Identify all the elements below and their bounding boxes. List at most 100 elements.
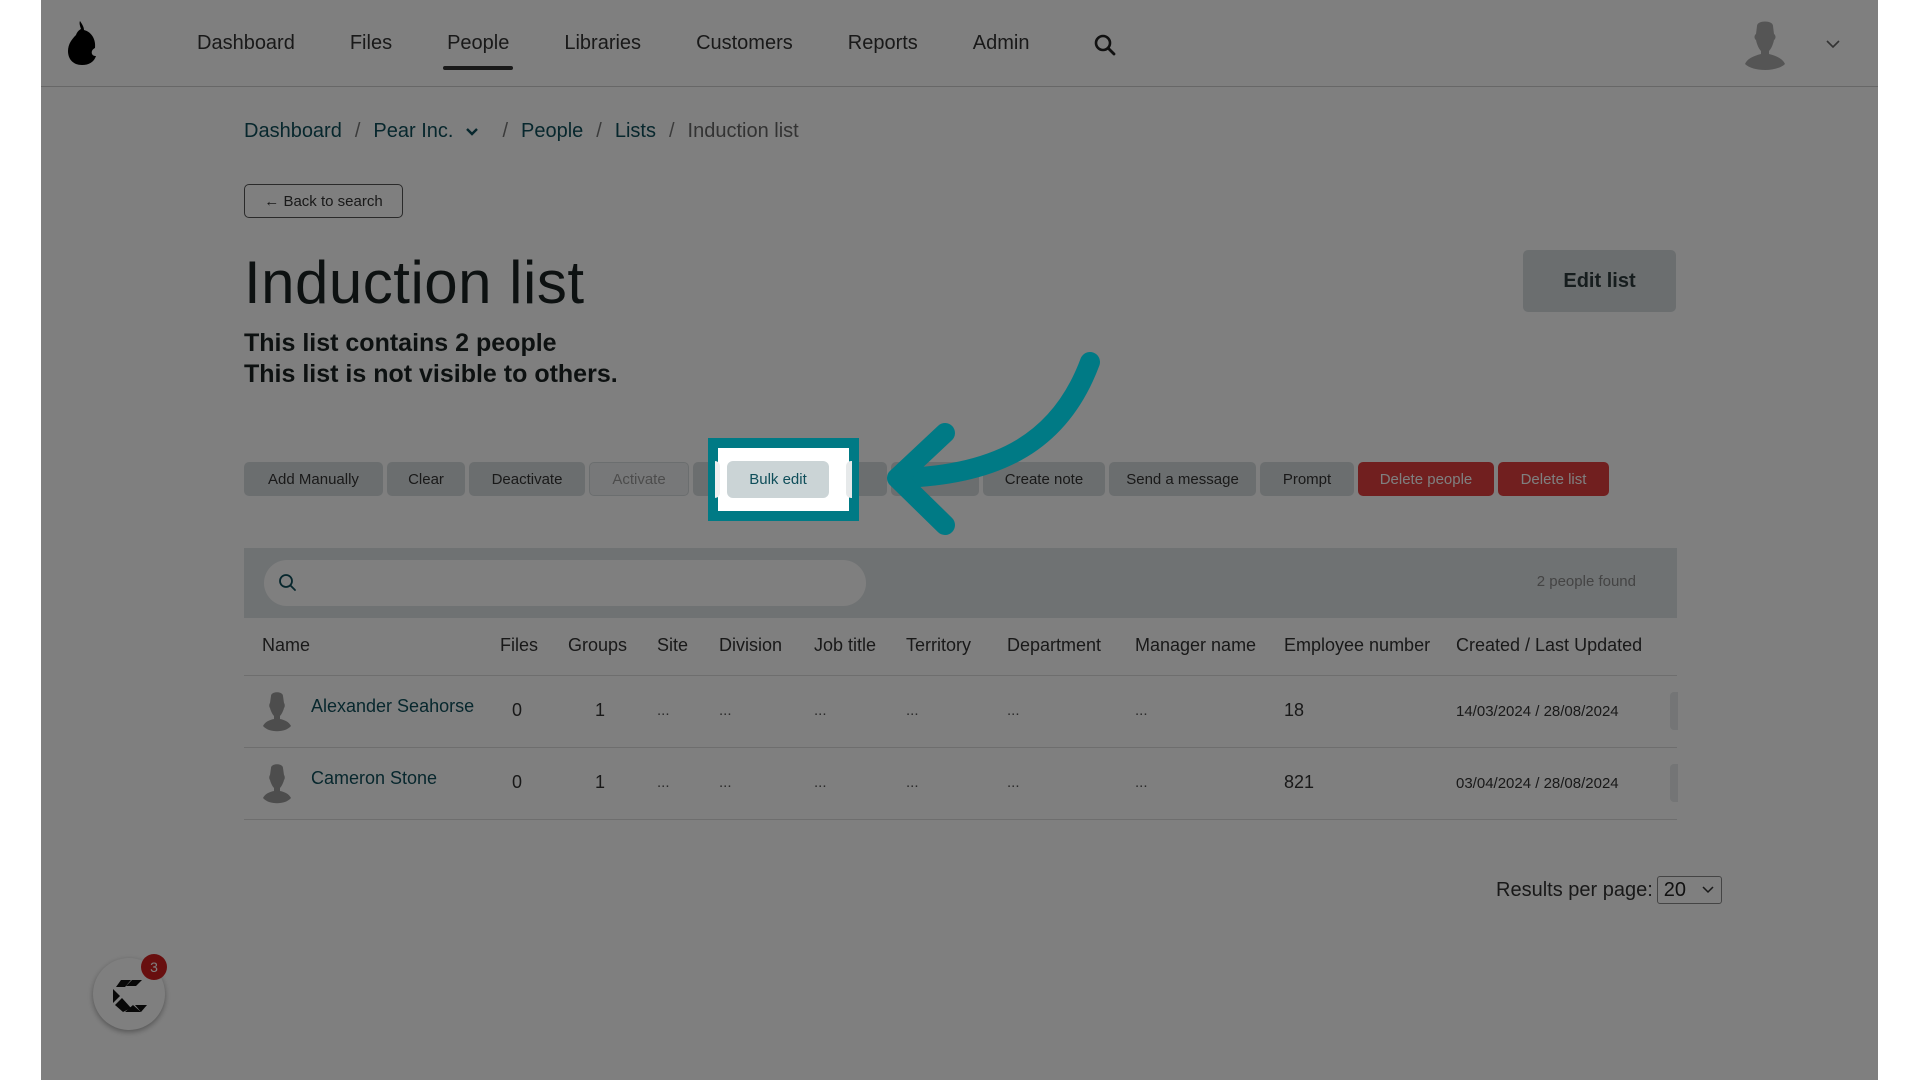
search-icon — [279, 574, 296, 591]
people-search-input[interactable] — [304, 560, 854, 606]
nav-label: Reports — [847, 32, 918, 54]
results-per-page-value: 20 — [1663, 879, 1687, 901]
column-header-job-title[interactable]: Job title — [814, 635, 876, 656]
people-table: Name Files Groups Site Division Job titl… — [244, 630, 1678, 820]
groups-count: 1 — [595, 700, 606, 720]
job-title-value: ... — [814, 702, 827, 719]
notification-badge: 3 — [141, 954, 167, 980]
activate-button-edge — [715, 461, 720, 498]
dim-overlay — [41, 0, 1878, 1080]
breadcrumb: Dashboard / Pear Inc. / People / Lists /… — [244, 120, 799, 143]
column-header-department[interactable]: Department — [1007, 635, 1101, 656]
list-count-text: This list contains 2 people — [244, 329, 557, 357]
deactivate-button[interactable]: Deactivate — [469, 462, 585, 496]
nav-label: Dashboard — [197, 32, 295, 54]
top-nav: Dashboard Files People Libraries Custome… — [41, 0, 1878, 87]
results-per-page: Results per page: 20 — [1496, 876, 1722, 904]
territory-value: ... — [906, 702, 919, 719]
prompt-button[interactable]: Prompt — [1260, 462, 1354, 496]
app-frame: Dashboard Files People Libraries Custome… — [41, 0, 1878, 1080]
row-actions-handle[interactable] — [1670, 692, 1678, 730]
created-updated-value: 14/03/2024 / 28/08/2024 — [1456, 703, 1619, 720]
column-header-division[interactable]: Division — [719, 635, 782, 656]
person-name-link[interactable]: Alexander Seahorse — [311, 696, 474, 717]
person-avatar-icon — [263, 764, 291, 804]
activate-button[interactable]: Activate — [589, 462, 689, 496]
employee-number-value: 18 — [1284, 700, 1305, 720]
add-manually-button[interactable]: Add Manually — [244, 462, 383, 496]
created-updated-value: 03/04/2024 / 28/08/2024 — [1456, 775, 1619, 792]
breadcrumb-organization[interactable]: Pear Inc. — [373, 120, 453, 143]
results-count: 2 people found — [1536, 573, 1636, 590]
back-to-search-button[interactable]: ← Back to search — [244, 184, 403, 218]
site-value: ... — [657, 702, 670, 719]
person-name-link[interactable]: Cameron Stone — [311, 768, 437, 789]
results-per-page-select[interactable]: 20 — [1656, 876, 1722, 904]
chevron-down-icon — [1702, 886, 1714, 894]
nav-item-people[interactable]: People — [443, 0, 514, 87]
assign-button-edge — [846, 461, 852, 498]
nav-item-customers[interactable]: Customers — [696, 0, 793, 87]
breadcrumb-separator: / — [502, 120, 509, 142]
search-panel: 2 people found — [244, 548, 1677, 618]
chat-widget-button[interactable]: 3 — [93, 954, 167, 1030]
manager-value: ... — [1135, 774, 1148, 791]
edit-list-button[interactable]: Edit list — [1523, 250, 1676, 312]
column-header-name[interactable]: Name — [262, 635, 310, 656]
column-header-manager-name[interactable]: Manager name — [1135, 635, 1256, 656]
results-per-page-label: Results per page: — [1496, 878, 1653, 901]
territory-value: ... — [906, 774, 919, 791]
nav-item-dashboard[interactable]: Dashboard — [197, 0, 295, 87]
breadcrumb-lists[interactable]: Lists — [615, 120, 656, 143]
files-count: 0 — [512, 772, 523, 792]
column-header-territory[interactable]: Territory — [906, 635, 971, 656]
table-row: Cameron Stone 0 1 ... ... ... ... ... ..… — [244, 748, 1678, 820]
delete-list-button[interactable]: Delete list — [1498, 462, 1609, 496]
department-value: ... — [1007, 702, 1020, 719]
breadcrumb-dashboard[interactable]: Dashboard — [244, 120, 342, 143]
user-avatar-icon[interactable] — [1743, 18, 1787, 70]
breadcrumb-people[interactable]: People — [521, 120, 583, 143]
hidden-action-button[interactable] — [891, 462, 979, 496]
column-header-files[interactable]: Files — [500, 635, 538, 656]
chevron-down-icon[interactable] — [1825, 38, 1841, 50]
site-value: ... — [657, 774, 670, 791]
nav-label: Libraries — [564, 32, 642, 54]
highlight-box: Bulk edit — [708, 438, 859, 521]
nav-item-admin[interactable]: Admin — [973, 0, 1030, 87]
column-header-created-updated[interactable]: Created / Last Updated — [1456, 635, 1642, 656]
nav-item-reports[interactable]: Reports — [848, 0, 918, 87]
create-note-button[interactable]: Create note — [983, 462, 1105, 496]
nav-label: Customers — [696, 32, 793, 54]
clear-button[interactable]: Clear — [387, 462, 465, 496]
column-header-employee-number[interactable]: Employee number — [1284, 635, 1430, 656]
send-message-button[interactable]: Send a message — [1109, 462, 1256, 496]
people-search-field[interactable] — [264, 560, 866, 606]
delete-people-button[interactable]: Delete people — [1358, 462, 1494, 496]
column-header-site[interactable]: Site — [657, 635, 688, 656]
table-row: Alexander Seahorse 0 1 ... ... ... ... .… — [244, 676, 1678, 748]
breadcrumb-separator: / — [354, 120, 361, 142]
breadcrumb-current: Induction list — [687, 120, 799, 142]
division-value: ... — [719, 702, 732, 719]
annotation-arrow-icon — [887, 352, 1100, 535]
table-header: Name Files Groups Site Division Job titl… — [244, 630, 1677, 676]
job-title-value: ... — [814, 774, 827, 791]
row-actions-handle[interactable] — [1670, 764, 1678, 802]
column-header-groups[interactable]: Groups — [568, 635, 627, 656]
nav-item-libraries[interactable]: Libraries — [564, 0, 641, 87]
breadcrumb-separator: / — [596, 120, 602, 142]
page-title: Induction list — [244, 249, 585, 316]
person-avatar-icon — [263, 692, 291, 732]
department-value: ... — [1007, 774, 1020, 791]
nav-label: Files — [349, 32, 393, 54]
pear-logo-icon[interactable] — [65, 18, 99, 66]
search-icon[interactable] — [1093, 33, 1117, 57]
manager-value: ... — [1135, 702, 1148, 719]
division-value: ... — [719, 774, 732, 791]
bulk-edit-highlighted-button[interactable]: Bulk edit — [727, 461, 829, 498]
chevron-down-icon[interactable] — [465, 127, 479, 137]
nav-item-files[interactable]: Files — [350, 0, 392, 87]
files-count: 0 — [512, 700, 523, 720]
nav-label: Admin — [972, 32, 1030, 54]
